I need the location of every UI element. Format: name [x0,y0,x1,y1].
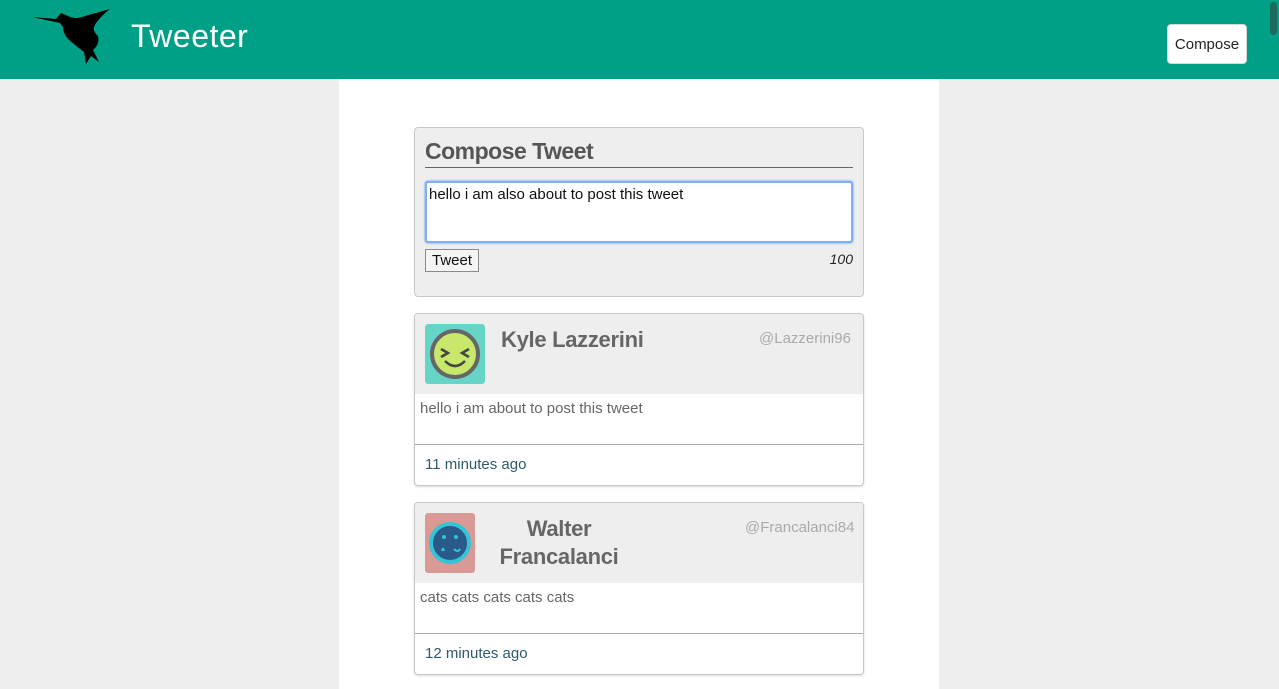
laughing-face-avatar-icon [425,324,485,384]
top-nav: Tweeter Compose [0,0,1279,79]
main-container: Compose Tweet Tweet 100 Kyle Lazzerini @… [339,79,939,689]
tweet-author-handle: @Francalanci84 [745,519,855,536]
tweet-header: Walter Francalanci @Francalanci84 [415,503,863,583]
tweet-author-name: Kyle Lazzerini [501,327,644,352]
tweet-author-handle: @Lazzerini96 [759,330,851,347]
compose-tweet-heading: Compose Tweet [425,138,853,168]
tweet-submit-button[interactable]: Tweet [425,249,479,272]
tweet-content: hello i am about to post this tweet [415,394,863,445]
tweet-timestamp: 11 minutes ago [425,456,527,473]
compose-tweet-section: Compose Tweet Tweet 100 [414,127,864,297]
tweet-author-name: Walter Francalanci [499,516,619,569]
tweet-timestamp: 12 minutes ago [425,645,528,662]
character-counter: 100 [829,251,853,267]
brand-title: Tweeter [131,18,249,54]
tweet-textarea[interactable] [425,181,853,243]
compose-button[interactable]: Compose [1167,24,1247,64]
tweet-content: cats cats cats cats cats [415,583,863,634]
page-scrollbar[interactable] [1270,2,1277,35]
hummingbird-icon [32,9,110,64]
tweet-header: Kyle Lazzerini @Lazzerini96 [415,314,863,394]
tweet-card: Kyle Lazzerini @Lazzerini96 hello i am a… [414,313,864,486]
crying-face-avatar-icon [425,513,475,573]
tweet-card: Walter Francalanci @Francalanci84 cats c… [414,502,864,675]
